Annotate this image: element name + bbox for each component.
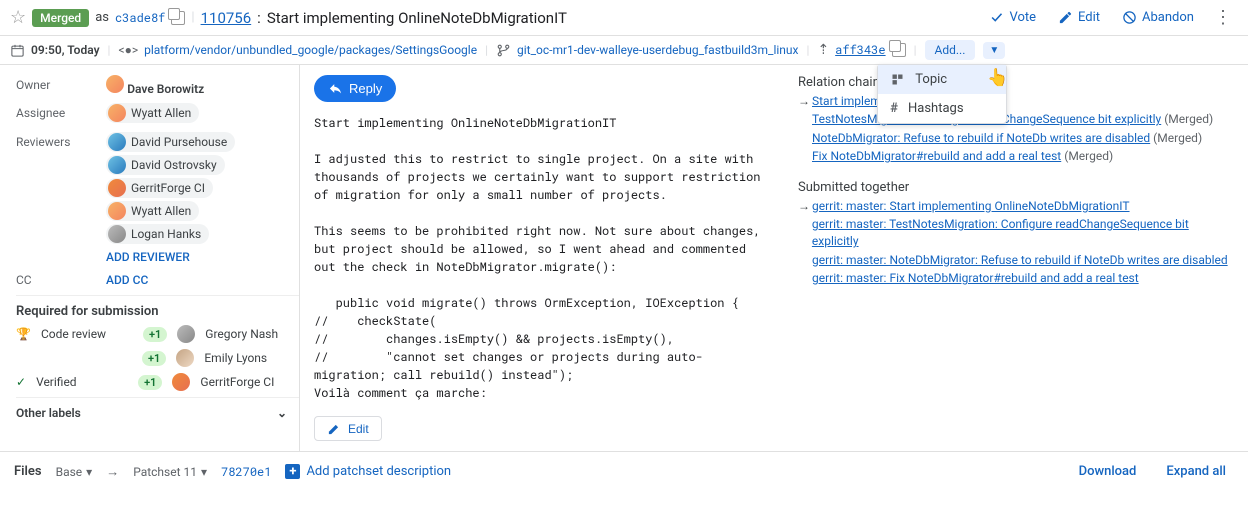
star-icon[interactable]: ☆ bbox=[10, 7, 26, 28]
voter-name[interactable]: Gregory Nash bbox=[205, 327, 278, 341]
arrow-right-icon: → bbox=[106, 464, 119, 480]
parent-sha-link[interactable]: aff343e bbox=[835, 42, 885, 58]
current-arrow-icon: → bbox=[798, 93, 808, 110]
relation-link[interactable]: gerrit: master: NoteDbMigrator: Refuse t… bbox=[812, 252, 1228, 269]
avatar bbox=[108, 156, 126, 174]
avatar bbox=[108, 133, 126, 151]
add-metadata-dropdown: Topic 👆 # Hashtags bbox=[877, 64, 1007, 124]
avatar bbox=[176, 349, 194, 367]
commit-sha-link[interactable]: c3ade8f bbox=[115, 10, 165, 26]
label-row: ✓ Verified +1 GerritForge CI bbox=[16, 373, 299, 391]
relation-link[interactable]: gerrit: master: Fix NoteDbMigrator#rebui… bbox=[812, 270, 1139, 287]
avatar bbox=[172, 373, 190, 391]
project-link[interactable]: platform/vendor/unbundled_google/package… bbox=[144, 43, 477, 57]
expand-all-button[interactable]: Expand all bbox=[1158, 460, 1234, 483]
commit-message: Start implementing OnlineNoteDbMigration… bbox=[314, 114, 774, 402]
voter-name[interactable]: Emily Lyons bbox=[204, 351, 267, 365]
edit-button[interactable]: Edit bbox=[1050, 6, 1108, 29]
status-badge: Merged bbox=[32, 9, 89, 27]
updated-time: 09:50, Today bbox=[10, 43, 100, 58]
chevron-down-icon: ⌄ bbox=[277, 406, 287, 420]
voter-name[interactable]: GerritForge CI bbox=[200, 375, 274, 389]
files-heading: Files bbox=[14, 464, 42, 479]
reviewer-chip[interactable]: Wyatt Allen bbox=[106, 201, 199, 221]
abandon-button[interactable]: Abandon bbox=[1114, 6, 1202, 29]
avatar bbox=[108, 202, 126, 220]
trophy-icon: 🏆 bbox=[16, 327, 31, 341]
add-reviewer-button[interactable]: ADD REVIEWER bbox=[106, 247, 235, 264]
dropdown-item-topic[interactable]: Topic 👆 bbox=[878, 65, 1006, 94]
reviewers-label: Reviewers bbox=[16, 132, 106, 149]
relation-link[interactable]: NoteDbMigrator: Refuse to rebuild if Not… bbox=[812, 131, 1150, 145]
change-number-link[interactable]: 110756 bbox=[201, 9, 252, 27]
score-badge: +1 bbox=[138, 375, 162, 390]
vote-button[interactable]: Vote bbox=[981, 6, 1044, 29]
avatar bbox=[177, 325, 195, 343]
other-labels-toggle[interactable]: Other labels ⌄ bbox=[16, 397, 299, 428]
reviewer-chip[interactable]: GerritForge CI bbox=[106, 178, 213, 198]
reviewer-chip[interactable]: David Ostrovsky bbox=[106, 155, 225, 175]
patchset-sha-link[interactable]: 78270e1 bbox=[221, 464, 271, 480]
patchset-dropdown[interactable]: Patchset 11 ▾ bbox=[133, 465, 207, 479]
branch-icon bbox=[496, 43, 511, 58]
relation-link[interactable]: Fix NoteDbMigrator#rebuild and add a rea… bbox=[812, 149, 1061, 163]
reply-button[interactable]: Reply bbox=[314, 75, 396, 102]
copy-parent-icon[interactable] bbox=[892, 43, 906, 57]
owner-name[interactable]: Dave Borowitz bbox=[127, 82, 204, 96]
copy-sha-icon[interactable] bbox=[171, 11, 185, 25]
hashtag-icon: # bbox=[890, 101, 898, 116]
assignee-chip[interactable]: Wyatt Allen bbox=[106, 103, 199, 123]
relation-link[interactable]: gerrit: master: TestNotesMigration: Conf… bbox=[812, 216, 1234, 251]
caret-down-icon: ▾ bbox=[201, 465, 207, 479]
cursor-icon: 👆 bbox=[987, 68, 1008, 88]
avatar bbox=[106, 75, 124, 93]
reviewer-chip[interactable]: David Pursehouse bbox=[106, 132, 235, 152]
more-actions-icon[interactable]: ⋮ bbox=[1208, 7, 1238, 28]
add-metadata-dropdown-toggle[interactable]: ▼ Topic 👆 # Hashtags bbox=[983, 42, 1005, 59]
avatar bbox=[108, 179, 126, 197]
relation-chain-heading: Relation chain bbox=[798, 75, 1234, 90]
download-button[interactable]: Download bbox=[1071, 460, 1145, 483]
owner-label: Owner bbox=[16, 75, 106, 92]
reviewer-chip[interactable]: Logan Hanks bbox=[106, 224, 209, 244]
submitted-together-heading: Submitted together bbox=[798, 180, 1234, 195]
score-badge: +1 bbox=[143, 327, 167, 342]
reply-icon bbox=[328, 81, 343, 96]
cc-label: CC bbox=[16, 270, 106, 287]
parent-icon: ⇡ bbox=[817, 42, 829, 58]
base-dropdown[interactable]: Base ▾ bbox=[56, 465, 93, 479]
dropdown-item-hashtags[interactable]: # Hashtags bbox=[878, 94, 1006, 123]
relation-link[interactable]: gerrit: master: Start implementing Onlin… bbox=[812, 198, 1130, 215]
topic-icon bbox=[890, 72, 905, 87]
label-row: 🏆 Code review +1 Gregory Nash bbox=[16, 325, 299, 343]
avatar bbox=[108, 225, 126, 243]
as-text: as bbox=[95, 10, 109, 25]
change-title: Start implementing OnlineNoteDbMigration… bbox=[267, 9, 567, 27]
calendar-icon bbox=[10, 43, 25, 58]
score-badge: +1 bbox=[142, 351, 166, 366]
add-cc-button[interactable]: ADD CC bbox=[106, 270, 148, 287]
label-row: +1 Emily Lyons bbox=[16, 349, 299, 367]
required-heading: Required for submission bbox=[16, 295, 299, 325]
plus-icon: + bbox=[285, 464, 300, 479]
assignee-label: Assignee bbox=[16, 103, 106, 120]
caret-down-icon: ▾ bbox=[86, 465, 92, 479]
add-metadata-button[interactable]: Add... bbox=[925, 40, 976, 60]
branch-link[interactable]: git_oc-mr1-dev-walleye-userdebug_fastbui… bbox=[517, 43, 798, 57]
pencil-icon bbox=[327, 421, 342, 436]
avatar bbox=[108, 104, 126, 122]
check-icon: ✓ bbox=[16, 375, 26, 389]
current-arrow-icon: → bbox=[798, 198, 808, 215]
add-patchset-description-button[interactable]: + Add patchset description bbox=[285, 464, 451, 479]
edit-message-button[interactable]: Edit bbox=[314, 416, 382, 441]
project-icon: <●> bbox=[118, 43, 138, 57]
